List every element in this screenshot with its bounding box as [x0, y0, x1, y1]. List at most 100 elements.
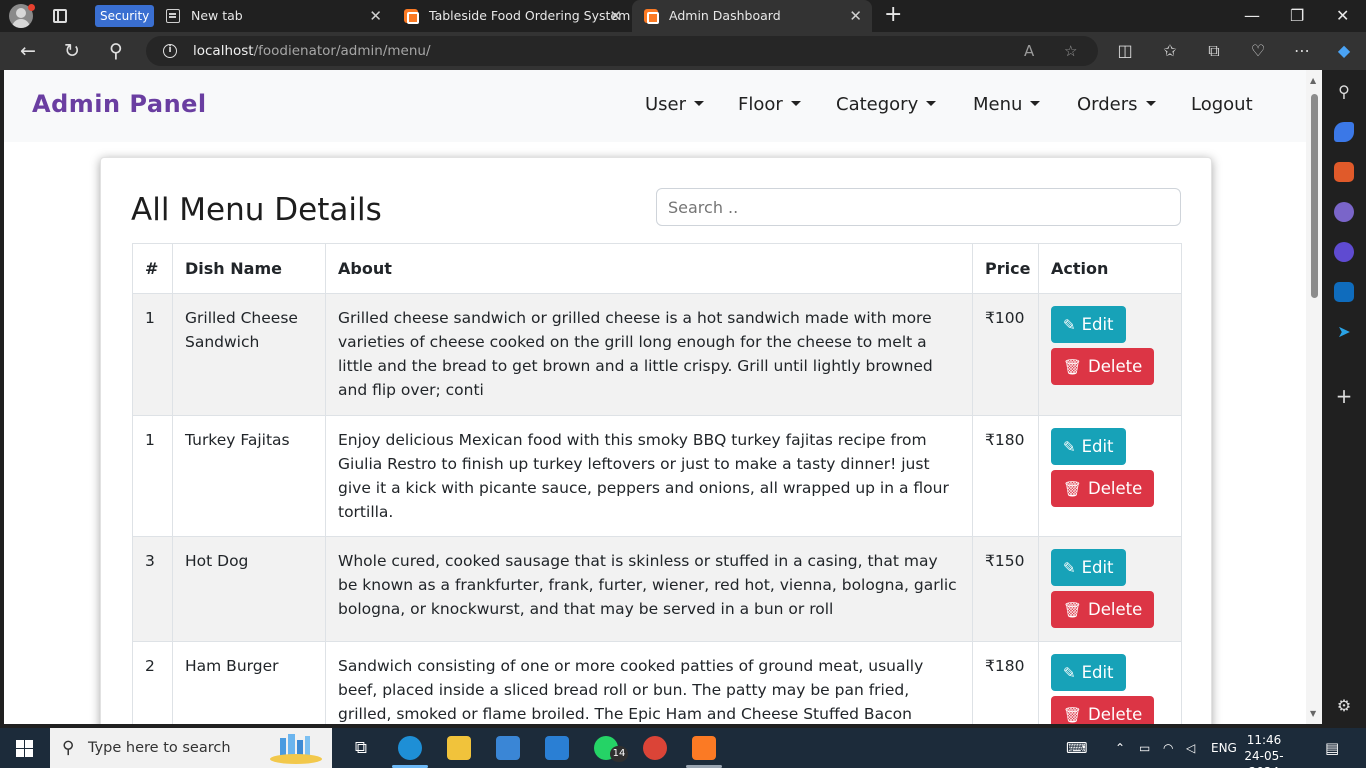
taskbar-clock[interactable]: 11:46 24-05-2024	[1236, 732, 1292, 768]
tools-icon[interactable]	[1334, 162, 1354, 182]
edit-button[interactable]: ✎ Edit	[1051, 654, 1126, 691]
taskbar-search-placeholder: Type here to search	[88, 740, 231, 756]
row-number: 1	[132, 293, 173, 416]
tab-tableside[interactable]: Tableside Food Ordering System ✕	[392, 0, 632, 32]
sidebar-search-icon[interactable]: ⚲	[1334, 82, 1354, 102]
scroll-down-arrow-icon[interactable]: ▼	[1310, 709, 1316, 718]
favorites-icon[interactable]: ✩	[1157, 38, 1183, 64]
site-info-icon[interactable]: i	[163, 44, 177, 58]
task-view-icon[interactable]: ⧉	[349, 736, 373, 760]
row-number: 1	[132, 415, 173, 537]
xampp-taskbar-icon[interactable]	[692, 736, 716, 760]
tab-new-tab[interactable]: New tab ✕	[154, 0, 392, 32]
url-text[interactable]: localhost/foodienator/admin/menu/	[193, 36, 431, 66]
language-indicator[interactable]: ENG	[1211, 728, 1237, 768]
send-icon[interactable]: ➤	[1334, 322, 1354, 342]
delete-button[interactable]: 🗑 Delete	[1051, 348, 1155, 385]
security-tab-group[interactable]: Security	[95, 5, 155, 27]
nav-label: Floor	[738, 94, 783, 115]
close-tab-icon[interactable]: ✕	[369, 0, 382, 32]
keyboard-icon[interactable]: ⌨	[1066, 728, 1088, 768]
delete-label: Delete	[1088, 705, 1143, 724]
more-options-icon[interactable]: ⋯	[1289, 38, 1315, 64]
tab-title: Tableside Food Ordering System	[429, 8, 631, 23]
edit-button[interactable]: ✎ Edit	[1051, 549, 1126, 586]
caret-down-icon	[1030, 100, 1041, 106]
close-window-icon[interactable]: ✕	[1336, 0, 1349, 32]
chrome-icon[interactable]	[643, 736, 667, 760]
caret-down-icon	[694, 100, 705, 106]
edit-button[interactable]: ✎ Edit	[1051, 306, 1126, 343]
nav-logout-link[interactable]: Logout	[1191, 94, 1253, 115]
browser-tab-strip: Security New tab ✕ Tableside Food Orderi…	[0, 0, 1366, 32]
delete-button[interactable]: 🗑 Delete	[1051, 591, 1155, 628]
restore-icon[interactable]: ❐	[1290, 0, 1304, 32]
address-bar[interactable]: i localhost/foodienator/admin/menu/ A ☆	[146, 36, 1098, 66]
close-tab-icon[interactable]: ✕	[849, 0, 862, 32]
url-host: localhost	[193, 43, 254, 59]
search-input[interactable]	[656, 188, 1181, 226]
microsoft-store-icon[interactable]	[496, 736, 520, 760]
new-tab-button[interactable]: +	[884, 4, 902, 26]
nav-floor-dropdown[interactable]: Floor	[738, 94, 801, 115]
copilot-icon[interactable]: ◆	[1331, 38, 1357, 64]
browser-essentials-icon[interactable]: ♡	[1245, 38, 1271, 64]
microsoft-365-icon[interactable]	[1334, 242, 1354, 262]
search-icon[interactable]: ⚲	[103, 38, 129, 64]
shopping-tag-icon[interactable]	[1334, 122, 1354, 142]
sidebar-settings-icon[interactable]: ⚙	[1334, 696, 1354, 716]
windows-start-icon[interactable]	[16, 740, 33, 757]
nav-label: Category	[836, 94, 919, 115]
delete-button[interactable]: 🗑 Delete	[1051, 470, 1155, 507]
scroll-thumb[interactable]	[1311, 94, 1318, 298]
edit-button[interactable]: ✎ Edit	[1051, 428, 1126, 465]
dish-name: Ham Burger	[172, 641, 326, 724]
dish-about: Grilled cheese sandwich or grilled chees…	[325, 293, 973, 416]
notifications-icon[interactable]: ▤	[1325, 728, 1339, 768]
whatsapp-badge: 14	[610, 746, 628, 762]
volume-icon[interactable]: ◁	[1186, 728, 1195, 768]
minimize-icon[interactable]: —	[1244, 0, 1260, 32]
delete-button[interactable]: 🗑 Delete	[1051, 696, 1155, 724]
nav-label: Orders	[1077, 94, 1138, 115]
nav-category-dropdown[interactable]: Category	[836, 94, 937, 115]
row-actions: ✎ Edit 🗑 Delete	[1038, 536, 1182, 642]
wifi-icon[interactable]: ◠	[1163, 728, 1173, 768]
back-icon[interactable]: ←	[15, 38, 41, 64]
games-icon[interactable]	[1334, 202, 1354, 222]
file-explorer-icon[interactable]	[447, 736, 471, 760]
edge-icon[interactable]	[398, 736, 422, 760]
battery-icon[interactable]: ▭	[1139, 728, 1150, 768]
edge-sidebar: ⚲ ➤ + ⚙	[1322, 70, 1366, 728]
tab-actions-icon[interactable]	[53, 9, 67, 23]
dish-name: Hot Dog	[172, 536, 326, 642]
edit-label: Edit	[1081, 558, 1114, 577]
trash-icon: 🗑	[1063, 358, 1083, 376]
nav-orders-dropdown[interactable]: Orders	[1077, 94, 1156, 115]
collections-icon[interactable]: ⧉	[1201, 38, 1227, 64]
row-actions: ✎ Edit 🗑 Delete	[1038, 293, 1182, 416]
tab-admin-dashboard[interactable]: Admin Dashboard ✕	[632, 0, 872, 32]
favorite-star-icon[interactable]: ☆	[1064, 36, 1077, 66]
show-hidden-icons-icon[interactable]: ⌃	[1115, 728, 1125, 768]
column-header-about: About	[325, 243, 973, 294]
table-header-row: # Dish Name About Price Action	[132, 243, 1182, 294]
close-tab-icon[interactable]: ✕	[609, 0, 622, 32]
taskbar-search-box[interactable]: ⚲ Type here to search	[50, 728, 332, 768]
outlook-icon[interactable]	[1334, 282, 1354, 302]
mail-icon[interactable]	[545, 736, 569, 760]
brand-logo-text[interactable]: Admin Panel	[32, 90, 207, 118]
refresh-icon[interactable]: ↻	[59, 38, 85, 64]
split-screen-icon[interactable]: ◫	[1112, 38, 1138, 64]
browser-toolbar: ← ↻ ⚲ i localhost/foodienator/admin/menu…	[0, 32, 1366, 70]
scroll-up-arrow-icon[interactable]: ▲	[1310, 76, 1316, 85]
page-icon	[166, 9, 180, 23]
admin-navbar: Admin Panel User Floor Category Menu Ord…	[4, 70, 1306, 142]
nav-user-dropdown[interactable]: User	[645, 94, 705, 115]
row-number: 2	[132, 641, 173, 724]
nav-menu-dropdown[interactable]: Menu	[973, 94, 1041, 115]
edit-label: Edit	[1081, 315, 1114, 334]
read-aloud-icon[interactable]: A	[1024, 36, 1034, 66]
add-sidebar-app-icon[interactable]: +	[1334, 386, 1354, 406]
page-scrollbar[interactable]: ▲ ▼	[1306, 70, 1322, 724]
